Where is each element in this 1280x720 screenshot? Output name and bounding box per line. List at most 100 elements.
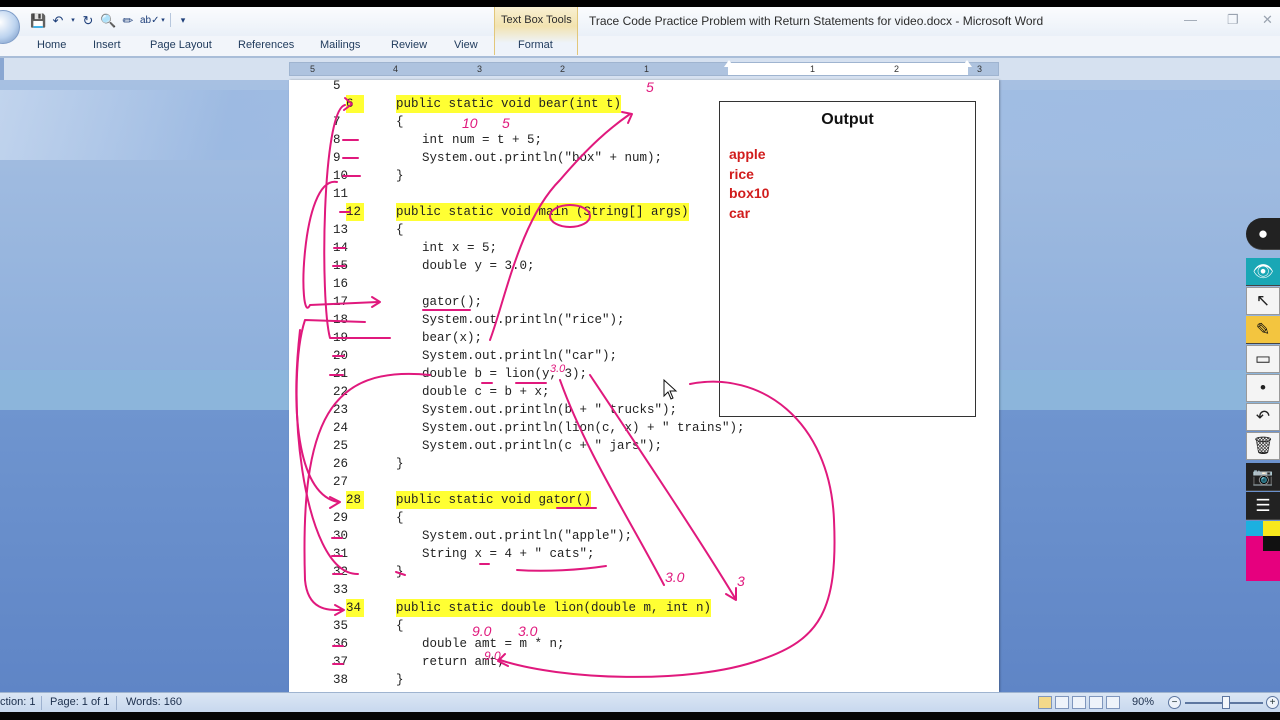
line-number: 7 — [333, 115, 341, 129]
line-number: 13 — [333, 223, 349, 237]
tab-page-layout[interactable]: Page Layout — [150, 39, 212, 51]
spelling-icon[interactable]: ab✓ — [140, 13, 160, 28]
code-text: System.out.println("car"); — [422, 349, 618, 363]
web-layout-view-icon[interactable] — [1072, 696, 1086, 709]
code-text: return amt; — [422, 655, 505, 669]
redo-icon[interactable]: ↻ — [80, 13, 96, 28]
customize-icon[interactable]: ▾ — [175, 13, 191, 28]
ruler-right-margin — [968, 63, 998, 75]
contextual-tab-group-label: Text Box Tools — [501, 14, 572, 26]
code-line: 25 System.out.println(c + " jars"); — [289, 437, 989, 455]
code-line: 28 public static void gator() — [289, 491, 989, 509]
color-swatch — [1246, 551, 1280, 581]
code-text: System.out.println(c + " jars"); — [422, 439, 663, 453]
code-line: 38} — [289, 671, 989, 689]
line-number: 21 — [333, 367, 349, 381]
line-number: 9 — [333, 151, 341, 165]
zoom-level[interactable]: 90% — [1132, 696, 1154, 708]
code-text: public static double lion(double m, int … — [396, 599, 712, 617]
tab-home[interactable]: Home — [37, 39, 66, 51]
status-section[interactable]: ction: 1 — [0, 696, 35, 708]
tab-format[interactable]: Format — [518, 39, 553, 51]
status-page[interactable]: Page: 1 of 1 — [50, 696, 109, 708]
format-painter-icon[interactable]: ✏ — [120, 13, 136, 28]
spelling-dropdown-icon[interactable]: ▾ — [160, 13, 166, 28]
code-text: bear(x); — [422, 331, 483, 345]
highlighter-icon[interactable]: ✎ — [1246, 316, 1280, 344]
code-text: } — [396, 565, 404, 579]
status-words[interactable]: Words: 160 — [126, 696, 182, 708]
code-line: 30 System.out.println("apple"); — [289, 527, 989, 545]
line-number: 28 — [346, 491, 364, 509]
trash-icon[interactable]: 🗑 — [1246, 432, 1280, 460]
status-bar: ction: 1 Page: 1 of 1 Words: 160 90% − + — [0, 692, 1280, 712]
eye-icon[interactable]: 👁 — [1246, 258, 1280, 286]
code-text: int x = 5; — [422, 241, 498, 255]
output-line: box10 — [729, 185, 770, 201]
line-number: 25 — [333, 439, 349, 453]
print-preview-icon[interactable]: 🔍 — [100, 13, 116, 28]
line-number: 34 — [346, 599, 364, 617]
undo-icon[interactable]: ↶ — [1246, 403, 1280, 431]
close-button[interactable]: ✕ — [1262, 12, 1273, 28]
minimize-button[interactable]: — — [1184, 12, 1197, 27]
code-text: String x = 4 + " cats"; — [422, 547, 595, 561]
tab-insert[interactable]: Insert — [93, 39, 121, 51]
code-text: gator(); — [422, 295, 483, 309]
restore-button[interactable]: ❐ — [1227, 12, 1239, 28]
line-number: 24 — [333, 421, 349, 435]
save-icon[interactable]: 💾 — [30, 13, 46, 28]
tab-view[interactable]: View — [454, 39, 478, 51]
line-number: 27 — [333, 475, 349, 489]
first-line-indent-marker[interactable] — [724, 60, 734, 67]
outline-view-icon[interactable] — [1089, 696, 1103, 709]
ruler-toggle[interactable] — [0, 58, 4, 80]
eraser-icon[interactable]: ▭ — [1246, 345, 1280, 373]
code-line: 33 — [289, 581, 989, 599]
code-text: public static void gator() — [396, 491, 592, 509]
line-number: 26 — [333, 457, 349, 471]
line-number: 10 — [333, 169, 349, 183]
tab-mailings[interactable]: Mailings — [320, 39, 360, 51]
undo-icon[interactable]: ↶ — [50, 13, 66, 28]
draft-view-icon[interactable] — [1106, 696, 1120, 709]
pointer-icon[interactable]: ↖ — [1246, 287, 1280, 315]
line-number: 32 — [333, 565, 349, 579]
camera-icon[interactable]: 📷 — [1246, 463, 1280, 491]
line-number: 6 — [346, 95, 364, 113]
zoom-slider-thumb[interactable] — [1222, 696, 1230, 709]
code-line: 26} — [289, 455, 989, 473]
annotation-toolbar: ● 👁 ↖ ✎ ▭ • ↶ 🗑 📷 ☰ — [1246, 218, 1280, 582]
screen-top-border — [0, 0, 1280, 7]
tab-review[interactable]: Review — [391, 39, 427, 51]
window-title: Trace Code Practice Problem with Return … — [589, 14, 1044, 28]
code-text: } — [396, 673, 404, 687]
code-line: 31 String x = 4 + " cats"; — [289, 545, 989, 563]
document-page[interactable]: 5 6 public static void bear(int t) 7 {8 int n… — [289, 79, 999, 692]
ribbon-tabs: Home Insert Page Layout References Maili… — [0, 36, 1280, 56]
code-text: { — [396, 619, 404, 633]
output-line: rice — [729, 166, 754, 182]
code-text: System.out.println("rice"); — [422, 313, 625, 327]
undo-dropdown-icon[interactable]: ▾ — [70, 13, 76, 28]
code-text: public static void bear(int t) — [396, 95, 622, 113]
right-indent-marker[interactable] — [962, 60, 972, 67]
print-layout-view-icon[interactable] — [1038, 696, 1052, 709]
notes-icon[interactable]: ☰ — [1246, 492, 1280, 520]
line-number: 19 — [333, 331, 349, 345]
zoom-out-button[interactable]: − — [1168, 696, 1181, 709]
code-text: { — [396, 511, 404, 525]
line-number: 11 — [333, 187, 349, 201]
code-text: System.out.println("box" + num); — [422, 151, 663, 165]
ruler-number: 1 — [644, 64, 650, 74]
zoom-in-button[interactable]: + — [1266, 696, 1279, 709]
horizontal-ruler[interactable]: 5 4 3 2 1 1 2 3 — [289, 60, 999, 76]
output-text-box[interactable]: Output apple rice box10 car — [719, 101, 976, 417]
pen-logo-icon[interactable]: ● — [1246, 218, 1280, 250]
dot-icon[interactable]: • — [1246, 374, 1280, 402]
tab-references[interactable]: References — [238, 39, 294, 51]
color-palette-icon[interactable] — [1246, 521, 1280, 581]
full-screen-reading-view-icon[interactable] — [1055, 696, 1069, 709]
ruler-number: 5 — [310, 64, 316, 74]
code-text: { — [396, 223, 404, 237]
